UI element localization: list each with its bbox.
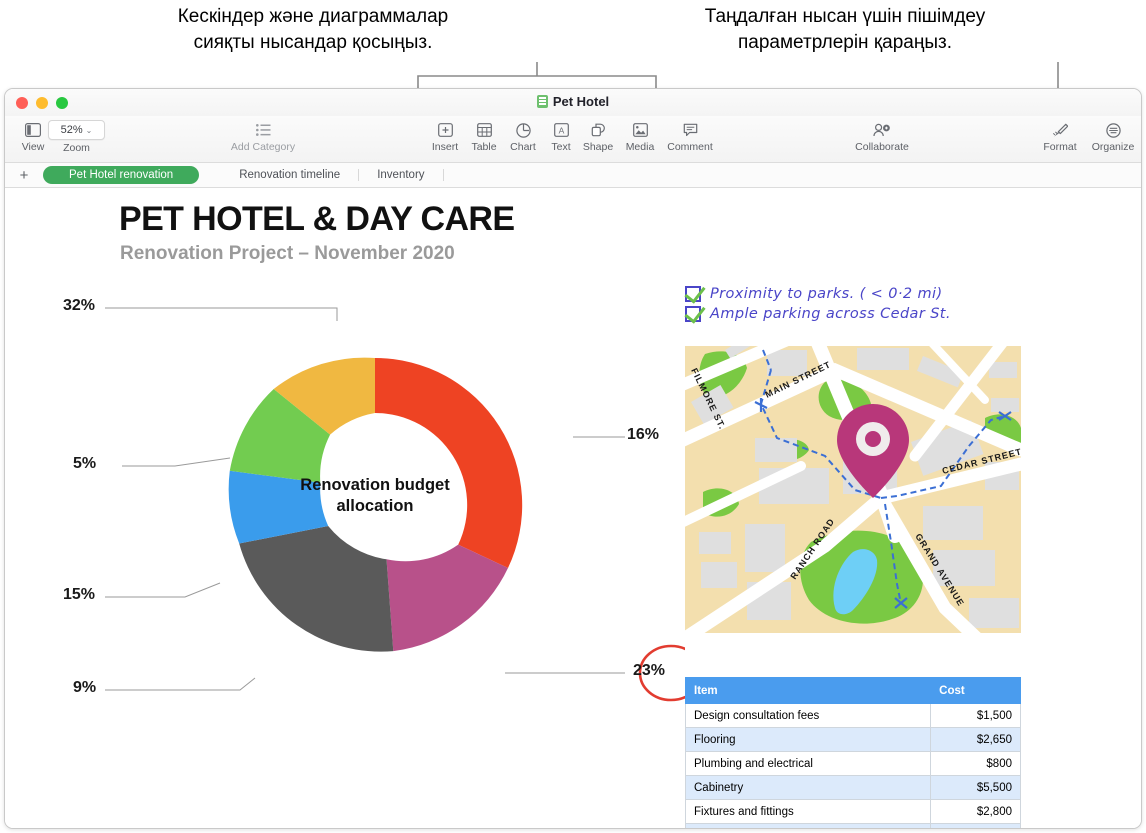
format-label: Format: [1043, 141, 1077, 153]
table-icon: [476, 120, 492, 140]
donut-label-32: 32%: [63, 297, 96, 314]
budget-donut-chart[interactable]: Renovation budget allocation 32% 16% 23%…: [63, 280, 704, 730]
donut-slice-fixtures: [386, 544, 508, 652]
comment-label: Comment: [667, 141, 713, 153]
donut-slice-labor: [239, 526, 394, 652]
donut-label-15: 15%: [63, 586, 96, 603]
toolbar: View 52% ⌄ Zoom Add Category Insert Tabl…: [5, 116, 1141, 163]
cell-item: Design consultation fees: [684, 703, 932, 728]
sheet-canvas[interactable]: PET HOTEL & DAY CARE Renovation Project …: [5, 188, 1141, 828]
table-row-annotated[interactable]: Labor $4,000: [684, 823, 1021, 828]
checkbox-checked-icon[interactable]: [685, 286, 701, 302]
cell-item: Labor: [684, 823, 932, 828]
table-row[interactable]: Plumbing and electrical $800: [684, 751, 1021, 776]
shape-icon: [591, 120, 606, 140]
table-row[interactable]: Design consultation fees $1,500: [684, 703, 1021, 728]
text-icon: A: [553, 120, 569, 140]
app-window: Pet Hotel View 52% ⌄ Zoom Add Category I…: [4, 88, 1142, 829]
handwritten-checklist: Proximity to parks. ( < 0·2 mi) Ample pa…: [685, 286, 951, 326]
cell-item: Fixtures and fittings: [684, 799, 932, 824]
insert-label: Insert: [431, 141, 459, 153]
collaborate-label: Collaborate: [855, 141, 909, 153]
donut-center-line2: allocation: [336, 497, 414, 515]
view-label: View: [21, 141, 45, 153]
document-title-text: Pet Hotel: [552, 94, 610, 109]
cell-cost: $800: [930, 751, 1021, 776]
page-title: PET HOTEL & DAY CARE: [119, 200, 515, 238]
collaborate-icon: [873, 120, 891, 140]
cell-item: Cabinetry: [684, 775, 932, 800]
format-brush-icon: [1052, 120, 1068, 140]
callout-annotations: Кескіндер және диаграммалар сияқты нысан…: [0, 0, 1146, 88]
table-col-cost: Cost: [930, 677, 1021, 704]
table-row[interactable]: Cabinetry $5,500: [684, 775, 1021, 800]
checklist-label: Ample parking across Cedar St.: [710, 306, 951, 322]
sidebar-icon: [25, 120, 41, 140]
donut-label-9: 9%: [73, 679, 97, 696]
comment-button[interactable]: Comment: [662, 120, 718, 153]
page-subtitle: Renovation Project – November 2020: [120, 243, 455, 264]
list-icon: [255, 120, 271, 140]
donut-label-16: 16%: [627, 426, 660, 443]
zoom-control[interactable]: 52% ⌄: [48, 120, 105, 140]
donut-label-23: 23%: [633, 662, 666, 679]
media-icon: [632, 120, 648, 140]
table-col-item: Item: [684, 677, 932, 704]
collaborate-button[interactable]: Collaborate: [847, 120, 917, 153]
cell-cost: $2,800: [930, 799, 1021, 824]
add-category-label: Add Category: [230, 141, 296, 153]
add-category-button[interactable]: Add Category: [230, 120, 296, 153]
cell-cost: $5,500: [930, 775, 1021, 800]
organize-icon: [1105, 120, 1121, 140]
chart-label: Chart: [510, 141, 536, 153]
add-sheet-button[interactable]: +: [5, 167, 43, 184]
text-label: Text: [551, 141, 571, 153]
checklist-item[interactable]: Proximity to parks. ( < 0·2 mi): [685, 286, 951, 302]
window-titlebar: Pet Hotel: [5, 89, 1141, 116]
organize-button[interactable]: Organize: [1085, 120, 1141, 153]
callout-leader-lines: [417, 62, 1059, 88]
table-header-row: Item Cost: [684, 677, 1021, 704]
cost-table[interactable]: Item Cost Design consultation fees $1,50…: [684, 677, 1021, 828]
location-map-image[interactable]: FILMORE ST. MAIN STREET CEDAR STREET RAN…: [685, 346, 1021, 633]
media-label: Media: [625, 141, 655, 153]
checkbox-checked-icon[interactable]: [685, 306, 701, 322]
svg-text:A: A: [558, 125, 564, 135]
cell-cost: $2,650: [930, 727, 1021, 752]
sheet-tab-renovation-timeline[interactable]: Renovation timeline: [221, 166, 358, 184]
insert-icon: [437, 120, 453, 140]
checklist-label: Proximity to parks. ( < 0·2 mi): [710, 286, 943, 302]
media-button[interactable]: Media: [612, 120, 668, 153]
sheet-tab-bar: + Pet Hotel renovation Renovation timeli…: [5, 163, 1141, 188]
donut-center-label: Renovation budget allocation: [287, 475, 463, 517]
map-svg: FILMORE ST. MAIN STREET CEDAR STREET RAN…: [685, 346, 1021, 633]
chart-icon: [515, 120, 531, 140]
sheet-tab-pet-hotel-renovation[interactable]: Pet Hotel renovation: [43, 166, 200, 184]
shape-label: Shape: [582, 141, 614, 153]
tab-separator: [442, 169, 444, 181]
format-button[interactable]: Format: [1032, 120, 1088, 153]
cell-item: Plumbing and electrical: [684, 751, 932, 776]
cell-item: Flooring: [684, 727, 932, 752]
document-title: Pet Hotel: [5, 94, 1141, 109]
cell-cost: $4,000: [930, 823, 1021, 828]
donut-label-5: 5%: [73, 455, 97, 472]
sheet-tab-inventory[interactable]: Inventory: [359, 166, 442, 184]
zoom-value: 52%: [60, 124, 83, 136]
chevron-down-icon: ⌄: [85, 125, 93, 135]
cell-cost: $1,500: [930, 703, 1021, 728]
donut-slice-cabinetry: [375, 357, 523, 568]
numbers-app-icon: [536, 95, 548, 108]
table-label: Table: [471, 141, 497, 153]
table-row[interactable]: Fixtures and fittings $2,800: [684, 799, 1021, 824]
zoom-label: Zoom: [63, 142, 90, 154]
table-row[interactable]: Flooring $2,650: [684, 727, 1021, 752]
checklist-item[interactable]: Ample parking across Cedar St.: [685, 306, 951, 322]
donut-center-line1: Renovation budget: [300, 476, 450, 494]
comment-icon: [683, 120, 698, 140]
organize-label: Organize: [1091, 141, 1135, 153]
